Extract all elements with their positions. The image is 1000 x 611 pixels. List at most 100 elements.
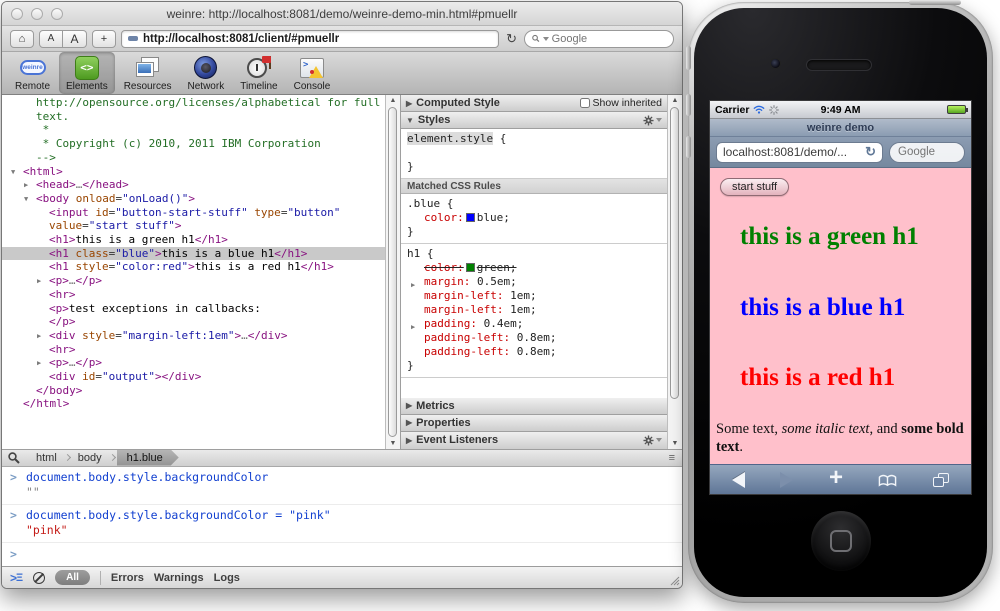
metrics-section[interactable]: ▶ Metrics (401, 398, 667, 415)
console-prompt[interactable]: > (2, 543, 682, 547)
scroll-up-icon[interactable]: ▲ (668, 97, 682, 104)
disclosure-collapsed-icon[interactable]: ▶ (406, 99, 412, 108)
scroll-down-icon[interactable]: ▼ (668, 440, 682, 447)
source-line[interactable]: --> (2, 151, 385, 165)
disclosure-collapsed-icon[interactable]: ▶ (406, 401, 412, 410)
volume-up-button[interactable] (686, 94, 691, 116)
search-options-caret-icon[interactable] (543, 37, 549, 41)
mute-switch[interactable] (686, 46, 691, 70)
search-icon[interactable] (8, 452, 20, 464)
scrollbar-thumb[interactable] (388, 107, 397, 437)
element-style-selector[interactable]: element.style (407, 132, 493, 145)
home-button[interactable]: ⌂ (10, 30, 34, 48)
disclosure-collapsed-icon[interactable]: ▶ (406, 418, 412, 427)
bookmarks-icon[interactable] (878, 473, 897, 487)
disclosure-expanded-icon[interactable]: ▼ (24, 193, 28, 207)
back-icon[interactable] (732, 472, 745, 488)
tab-network[interactable]: Network (181, 52, 232, 94)
source-line[interactable]: <h1>this is a green h1</h1> (2, 233, 385, 247)
disclosure-collapsed-icon[interactable]: ▶ (24, 179, 28, 193)
styles-section[interactable]: ▼ Styles (401, 112, 667, 129)
properties-section[interactable]: ▶ Properties (401, 415, 667, 432)
source-line[interactable]: </p> (2, 315, 385, 329)
source-line[interactable]: * Copyright (c) 2010, 2011 IBM Corporati… (2, 137, 385, 151)
source-line[interactable]: ▼<html> (2, 165, 385, 179)
source-line[interactable]: ▶<head>…</head> (2, 178, 385, 192)
disclosure-collapsed-icon[interactable]: ▶ (37, 357, 41, 371)
scrollbar-thumb[interactable] (670, 107, 679, 399)
console-command[interactable]: >document.body.style.backgroundColor = "… (2, 508, 682, 523)
elements-tree-scrollbar[interactable]: ▲ ▼ (385, 95, 400, 449)
start-stuff-button[interactable]: start stuff (720, 178, 789, 196)
font-larger-button[interactable]: A (63, 30, 87, 48)
event-listeners-section[interactable]: ▶ Event Listeners (401, 432, 667, 449)
source-line[interactable]: <div id="output"></div> (2, 370, 385, 384)
mobile-search-field[interactable] (889, 142, 965, 163)
source-line[interactable]: * (2, 123, 385, 137)
source-line[interactable]: <hr> (2, 288, 385, 302)
browser-search-field[interactable] (524, 30, 674, 48)
tab-elements[interactable]: <> Elements (59, 52, 115, 94)
filter-logs-button[interactable]: Logs (214, 572, 240, 584)
source-line[interactable]: ▼<body onload="onLoad()"> (2, 192, 385, 206)
source-line[interactable]: </body> (2, 384, 385, 398)
filter-warnings-button[interactable]: Warnings (154, 572, 204, 584)
computed-style-section[interactable]: ▶ Computed Style Show inherited (401, 95, 667, 112)
console-panel[interactable]: >document.body.style.backgroundColor"">d… (2, 467, 682, 567)
tab-remote[interactable]: weinre Remote (8, 52, 57, 94)
source-line[interactable]: http://opensource.org/licenses/alphabeti… (2, 96, 385, 123)
forward-icon[interactable] (780, 472, 793, 488)
source-line[interactable]: ▶<div style="margin-left:1em">…</div> (2, 329, 385, 343)
css-property[interactable]: padding-left: 0.8em; (407, 331, 661, 345)
breadcrumb-item-h1.blue[interactable]: h1.blue (117, 450, 179, 466)
event-listeners-gear-menu[interactable] (643, 435, 662, 446)
volume-down-button[interactable] (686, 136, 691, 158)
console-command[interactable]: >document.body.style.backgroundColor (2, 470, 682, 485)
source-line[interactable]: <hr> (2, 343, 385, 357)
font-smaller-button[interactable]: A (39, 30, 63, 48)
breadcrumb-item-body[interactable]: body (72, 451, 108, 465)
show-console-icon[interactable]: >Ξ (10, 571, 23, 585)
css-property[interactable]: ▶padding: 0.4em; (407, 317, 661, 331)
source-line[interactable]: ▶<p>…</p> (2, 274, 385, 288)
scroll-up-icon[interactable]: ▲ (386, 97, 400, 104)
source-line[interactable]: <input id="button-start-stuff" type="but… (2, 206, 385, 233)
css-property[interactable]: ▶margin: 0.5em; (407, 275, 661, 289)
tab-resources[interactable]: Resources (117, 52, 179, 94)
search-input[interactable] (552, 33, 666, 45)
scroll-down-icon[interactable]: ▼ (386, 440, 400, 447)
source-line[interactable]: <h1 class="blue">this is a blue h1</h1> (2, 247, 385, 261)
element-style-rule[interactable]: element.style { } (401, 129, 667, 179)
show-inherited-checkbox[interactable] (580, 98, 590, 108)
css-rule[interactable]: h1 {color:green;▶margin: 0.5em;margin-le… (401, 244, 667, 378)
css-property[interactable]: color:green; (407, 261, 661, 275)
resize-grip-icon[interactable] (668, 574, 680, 586)
new-tab-button[interactable]: + (92, 30, 116, 48)
css-property[interactable]: margin-left: 1em; (407, 303, 661, 317)
source-line[interactable]: </html> (2, 397, 385, 411)
disclosure-collapsed-icon[interactable]: ▶ (37, 275, 41, 289)
source-line[interactable]: <h1 style="color:red">this is a red h1</… (2, 260, 385, 274)
power-button[interactable] (909, 0, 961, 5)
filter-all-button[interactable]: All (55, 570, 90, 585)
source-line[interactable]: <p>test exceptions in callbacks: (2, 302, 385, 316)
mobile-reload-icon[interactable]: ↻ (865, 144, 876, 160)
pages-icon[interactable] (933, 473, 949, 487)
mobile-search-input[interactable] (898, 146, 956, 158)
source-line[interactable]: ▶<p>…</p> (2, 356, 385, 370)
disclosure-collapsed-icon[interactable]: ▶ (406, 436, 412, 445)
mobile-address-bar[interactable]: localhost:8081/demo/... ↻ (716, 142, 883, 163)
window-titlebar[interactable]: weinre: http://localhost:8081/demo/weinr… (2, 2, 682, 26)
styles-gear-menu[interactable] (643, 115, 662, 126)
console-drawer-toggle-icon[interactable]: ≡ (669, 452, 676, 464)
breadcrumb-item-html[interactable]: html (30, 451, 63, 465)
css-property[interactable]: margin-left: 1em; (407, 289, 661, 303)
disclosure-collapsed-icon[interactable]: ▶ (37, 330, 41, 344)
css-property[interactable]: padding-left: 0.8em; (407, 345, 661, 359)
reload-icon[interactable]: ↻ (504, 31, 519, 47)
address-bar[interactable]: http://localhost:8081/client/#pmuellr (121, 30, 499, 48)
clear-console-icon[interactable] (33, 572, 45, 584)
css-property[interactable]: color:blue; (407, 211, 661, 225)
styles-scrollbar[interactable]: ▲ ▼ (667, 95, 682, 449)
disclosure-expanded-icon[interactable]: ▼ (11, 166, 15, 180)
